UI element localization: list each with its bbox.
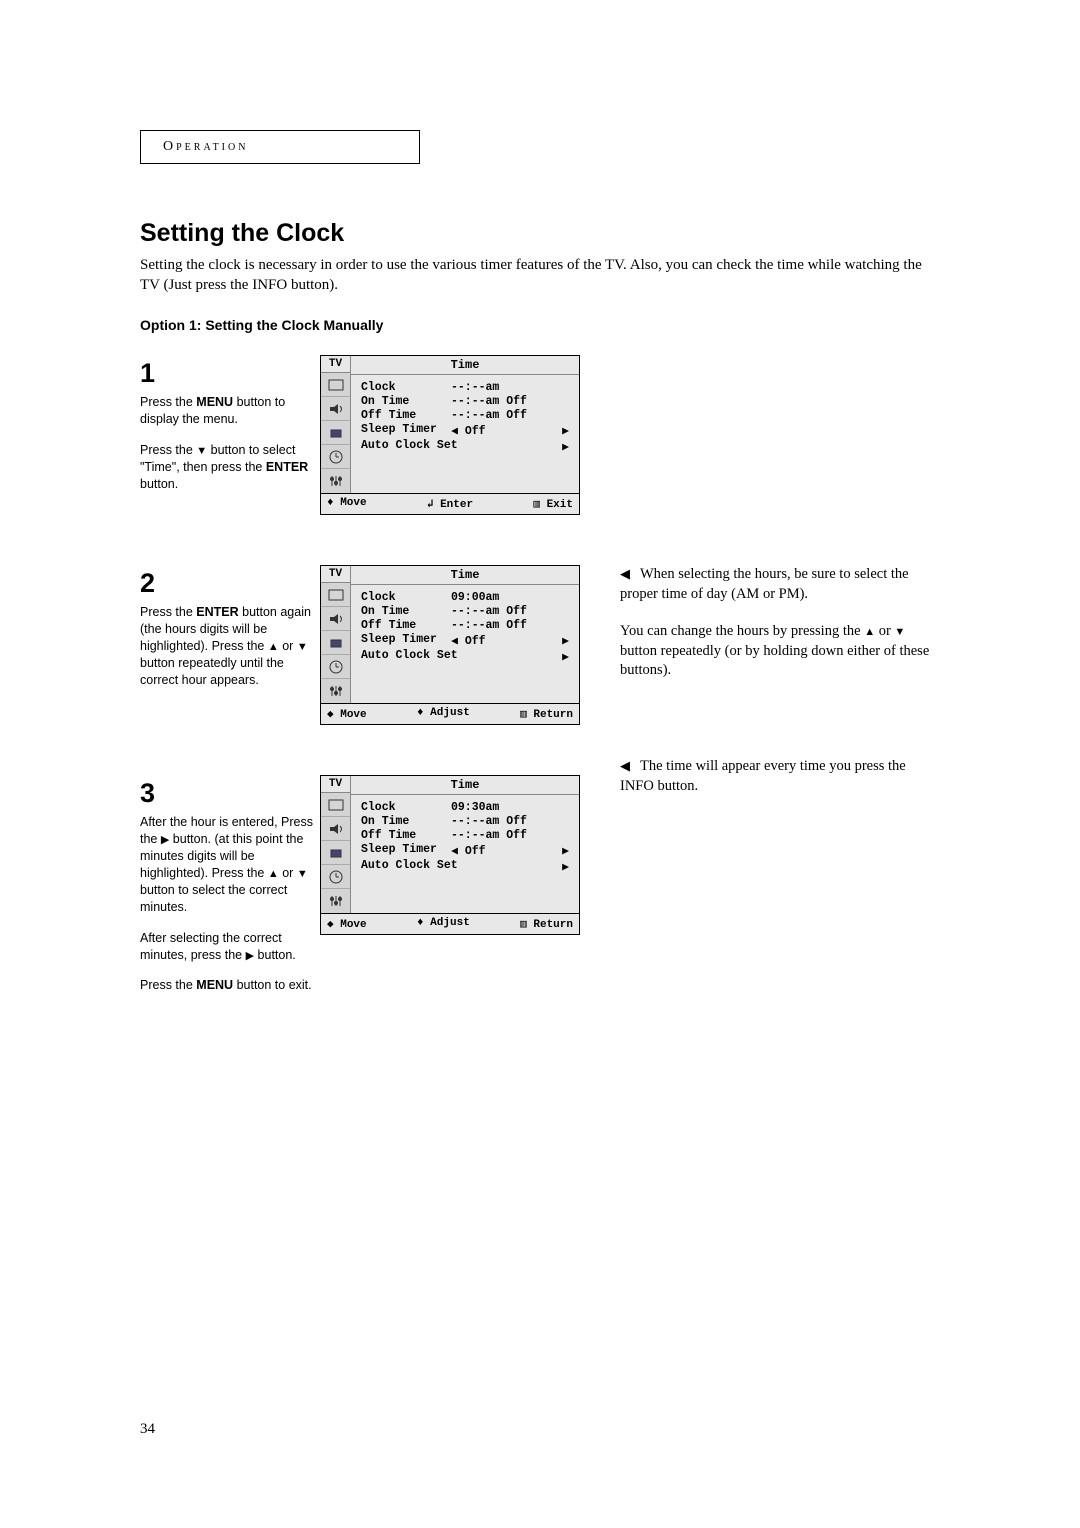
channel-icon [321, 421, 350, 445]
osd-menu: TV Time Clock09:00am On Time--:--am Off … [320, 565, 580, 725]
sound-icon [321, 607, 350, 631]
option-heading: Option 1: Setting the Clock Manually [140, 317, 940, 333]
step-3-para3: Press the MENU button to exit. [140, 977, 320, 994]
section-header-box: Operation [140, 130, 420, 164]
osd-footer: ♦ Move ↲ Enter ▥ Exit [321, 493, 579, 514]
osd-tv-label: TV [321, 356, 350, 373]
sound-icon [321, 817, 350, 841]
up-arrow-icon: ▲ [864, 626, 875, 638]
note-callout: The time will appear every time you pres… [620, 757, 940, 796]
up-arrow-icon: ▲ [268, 641, 279, 653]
step-number: 3 [140, 775, 320, 811]
note-callout: You can change the hours by pressing the… [620, 622, 940, 681]
step-1: 1 Press the MENU button to display the m… [140, 355, 940, 515]
right-arrow-icon: ▶ [557, 439, 569, 454]
setup-icon [321, 679, 350, 703]
right-arrow-icon: ▶ [557, 859, 569, 874]
right-arrow-icon: ▶ [557, 423, 569, 438]
osd-footer: ◆ Move ♦ Adjust ▥ Return [321, 703, 579, 724]
step-3-para1: After the hour is entered, Press the ▶ b… [140, 814, 320, 915]
down-arrow-icon: ▼ [196, 445, 207, 457]
time-icon [321, 655, 350, 679]
step-1-para2: Press the ▼ button to select "Time", the… [140, 442, 320, 493]
page-title: Setting the Clock [140, 219, 940, 248]
right-arrow-icon: ▶ [246, 950, 254, 962]
step-1-text: 1 Press the MENU button to display the m… [140, 355, 320, 493]
time-icon [321, 445, 350, 469]
osd-menu: TV Time Clock09:30am On Time--:--am Off … [320, 775, 580, 935]
time-icon [321, 865, 350, 889]
picture-icon [321, 373, 350, 397]
step-2-text: 2 Press the ENTER button again (the hour… [140, 565, 320, 689]
picture-icon [321, 793, 350, 817]
section-header: Operation [163, 139, 397, 155]
down-arrow-icon: ▼ [297, 641, 308, 653]
note-callout: When selecting the hours, be sure to sel… [620, 565, 940, 604]
step-2: 2 Press the ENTER button again (the hour… [140, 565, 940, 725]
step-number: 1 [140, 355, 320, 391]
step-2-notes: When selecting the hours, be sure to sel… [585, 565, 940, 699]
step-2-osd: TV Time Clock09:00am On Time--:--am Off … [320, 565, 585, 725]
step-2-para1: Press the ENTER button again (the hours … [140, 604, 320, 688]
step-3: 3 After the hour is entered, Press the ▶… [140, 775, 940, 994]
step-1-osd: TV Time Clock--:--am On Time--:--am Off … [320, 355, 585, 515]
right-arrow-icon: ▶ [557, 633, 569, 648]
osd-menu: TV Time Clock--:--am On Time--:--am Off … [320, 355, 580, 515]
right-arrow-icon: ▶ [557, 649, 569, 664]
page: Operation Setting the Clock Setting the … [0, 0, 1080, 994]
osd-title: Time [351, 356, 579, 375]
osd-footer: ◆ Move ♦ Adjust ▥ Return [321, 913, 579, 934]
step-3-notes: The time will appear every time you pres… [585, 757, 940, 814]
step-1-para1: Press the MENU button to display the men… [140, 394, 320, 428]
step-3-text: 3 After the hour is entered, Press the ▶… [140, 775, 320, 994]
setup-icon [321, 889, 350, 913]
setup-icon [321, 469, 350, 493]
right-arrow-icon: ▶ [557, 843, 569, 858]
step-3-osd: TV Time Clock09:30am On Time--:--am Off … [320, 775, 585, 935]
step-3-para2: After selecting the correct minutes, pre… [140, 930, 320, 964]
channel-icon [321, 841, 350, 865]
sound-icon [321, 397, 350, 421]
intro-paragraph: Setting the clock is necessary in order … [140, 256, 940, 295]
down-arrow-icon: ▼ [297, 868, 308, 880]
picture-icon [321, 583, 350, 607]
page-number: 34 [140, 1421, 155, 1438]
channel-icon [321, 631, 350, 655]
step-number: 2 [140, 565, 320, 601]
down-arrow-icon: ▼ [894, 626, 905, 638]
up-arrow-icon: ▲ [268, 868, 279, 880]
